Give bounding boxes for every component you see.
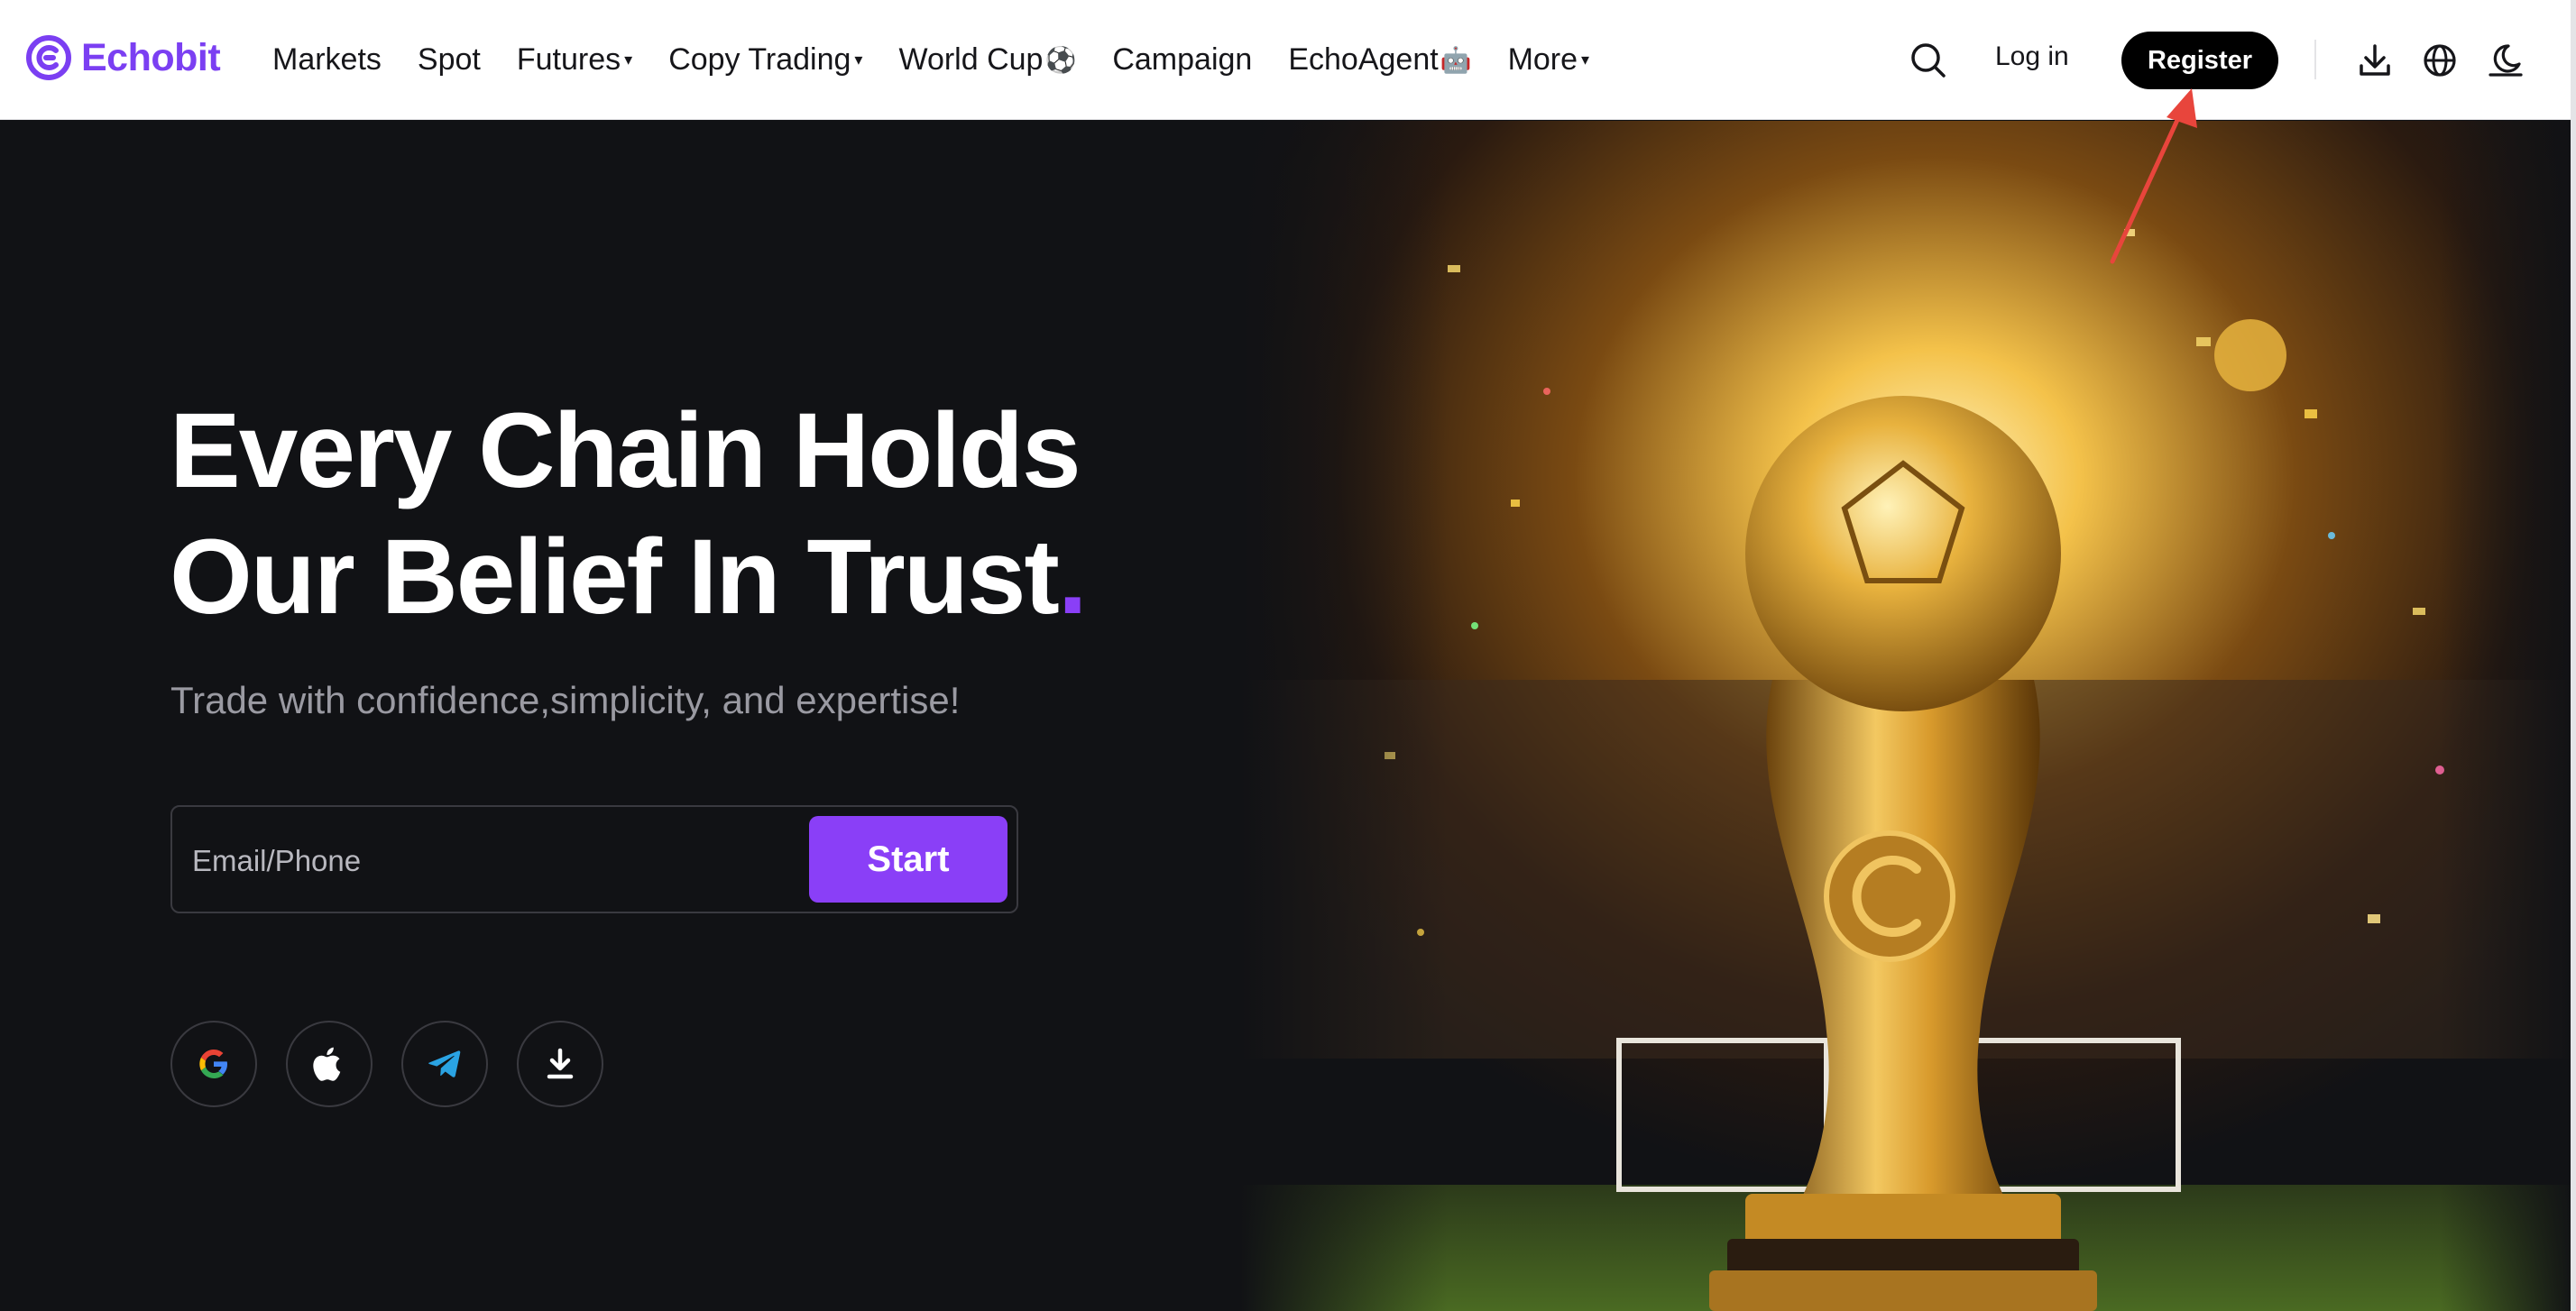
theme-moon-icon[interactable] xyxy=(2486,40,2525,79)
download-app-button[interactable] xyxy=(517,1021,603,1107)
nav-item-label: Campaign xyxy=(1112,42,1253,77)
nav-item-more[interactable]: More ▾ xyxy=(1508,42,1590,78)
nav-item-echoagent[interactable]: EchoAgent 🤖 xyxy=(1288,42,1471,78)
google-icon xyxy=(199,1050,227,1078)
apple-icon xyxy=(313,1047,341,1081)
nav-item-spot[interactable]: Spot xyxy=(418,42,481,78)
signup-form: Start xyxy=(170,805,1018,913)
google-login-button[interactable] xyxy=(170,1021,257,1107)
start-button[interactable]: Start xyxy=(809,816,1007,903)
nav-item-world-cup[interactable]: World Cup ⚽ xyxy=(898,42,1076,78)
nav-item-markets[interactable]: Markets xyxy=(272,42,382,78)
nav-item-emoji-icon: 🤖 xyxy=(1440,46,1472,74)
nav-item-emoji-icon: ⚽ xyxy=(1044,46,1077,74)
nav-item-label: More xyxy=(1507,42,1578,77)
chevron-down-icon: ▾ xyxy=(854,50,863,69)
download-app-icon xyxy=(547,1048,574,1079)
email-phone-input[interactable] xyxy=(192,838,769,885)
page-scrollbar[interactable] xyxy=(2571,0,2576,1311)
nav-item-label: Futures xyxy=(516,42,621,77)
main-nav: Markets Spot Futures ▾ Copy Trading ▾ World Cu… xyxy=(272,0,1625,120)
apple-login-button[interactable] xyxy=(286,1021,373,1107)
headline-line-2: Our Belief In Trust xyxy=(170,518,1060,637)
globe-icon[interactable] xyxy=(2421,41,2459,79)
nav-item-label: Markets xyxy=(272,42,382,77)
nav-item-label: EchoAgent xyxy=(1288,42,1439,77)
nav-item-copy-trading[interactable]: Copy Trading ▾ xyxy=(668,42,862,78)
login-button[interactable]: Log in xyxy=(1995,41,2069,72)
hero-subtitle: Trade with confidence,simplicity, and ex… xyxy=(170,679,961,721)
brand-logo[interactable]: Echobit xyxy=(25,34,221,81)
chevron-down-icon: ▾ xyxy=(1581,50,1590,69)
headline-accent-dot: . xyxy=(1057,518,1088,637)
headline-line-1: Every Chain Holds xyxy=(170,391,1081,510)
brand-name: Echobit xyxy=(81,35,221,79)
download-icon[interactable] xyxy=(2356,41,2394,79)
search-icon[interactable] xyxy=(1908,40,1949,81)
nav-item-futures[interactable]: Futures ▾ xyxy=(517,42,632,78)
telegram-icon xyxy=(428,1050,461,1077)
nav-item-campaign[interactable]: Campaign xyxy=(1112,42,1252,78)
telegram-login-button[interactable] xyxy=(401,1021,488,1107)
nav-item-label: Copy Trading xyxy=(668,42,851,77)
social-login-row xyxy=(170,1021,603,1107)
chevron-down-icon: ▾ xyxy=(624,50,633,69)
annotation-arrow xyxy=(2110,88,2197,264)
nav-item-label: World Cup xyxy=(898,42,1044,77)
nav-item-label: Spot xyxy=(417,42,481,77)
echobit-logo-icon xyxy=(26,35,71,80)
world-cup-trophy-image xyxy=(1240,121,2576,1311)
header-divider xyxy=(2314,40,2316,79)
hero-headline: Every Chain Holds Our Belief In Trust. xyxy=(170,388,1252,640)
